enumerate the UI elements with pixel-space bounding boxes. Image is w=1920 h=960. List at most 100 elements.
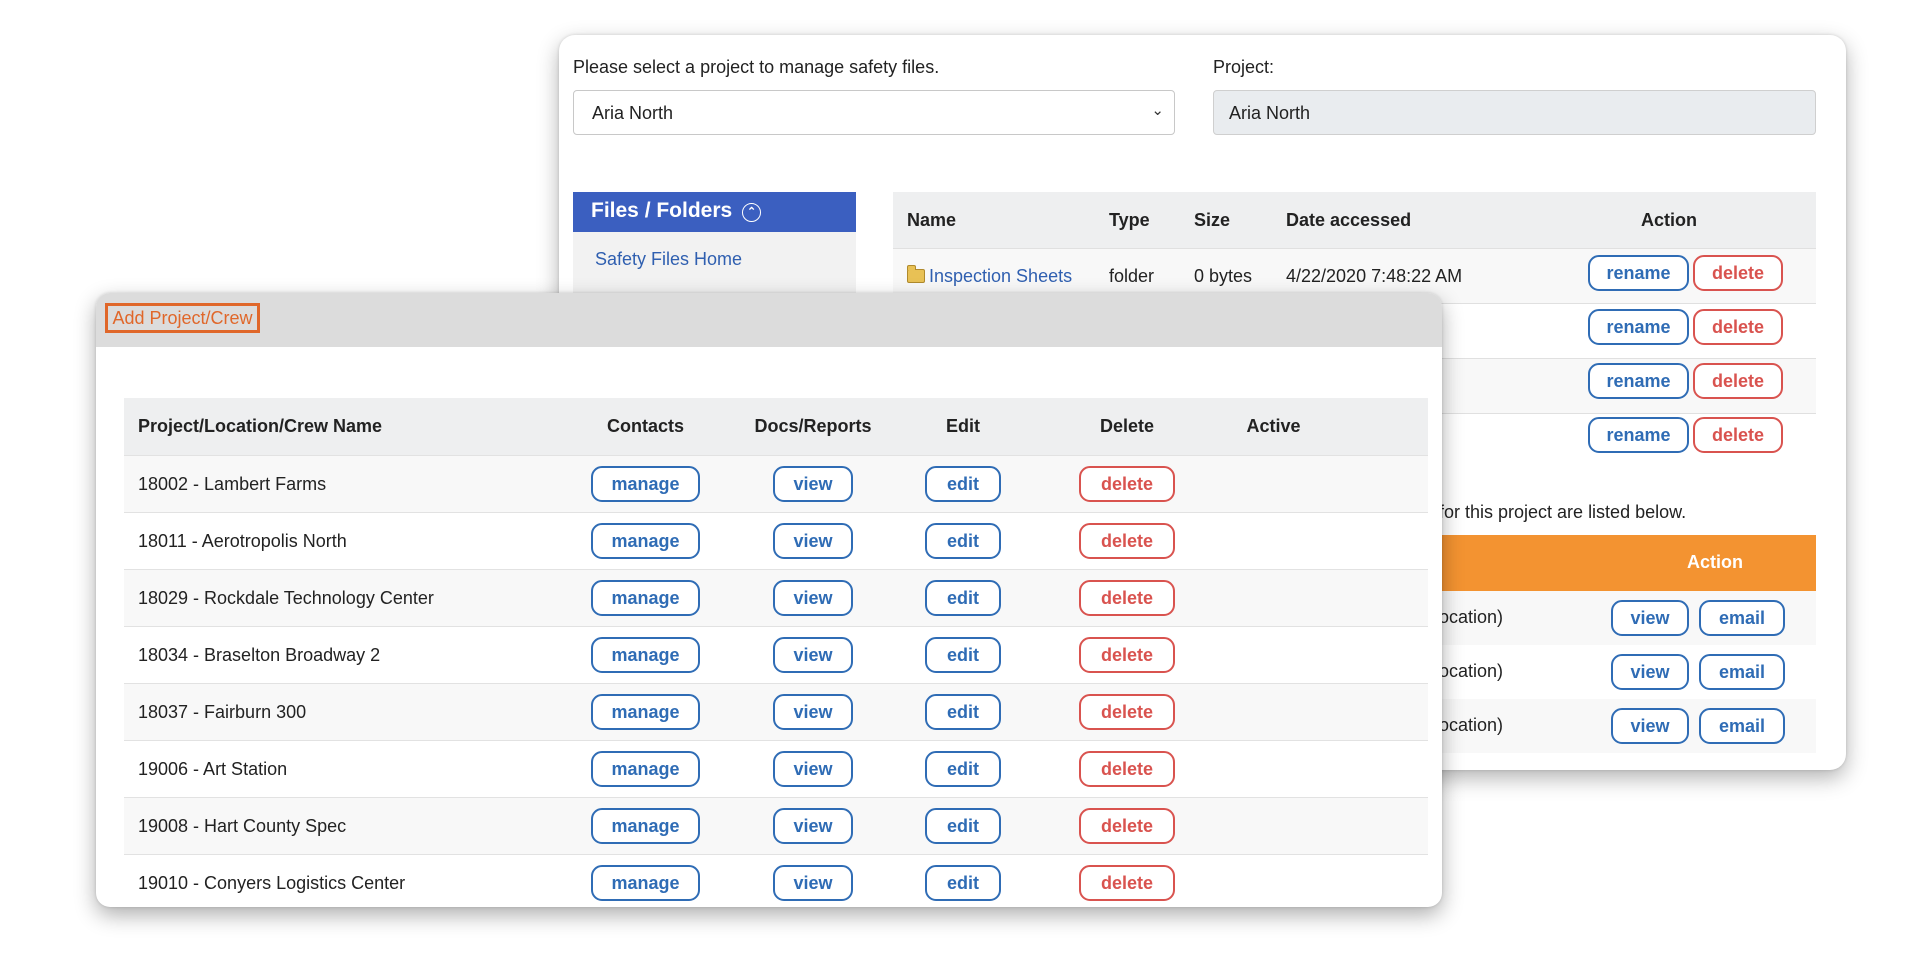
files-folders-header[interactable]: Files / Folders ⌃ xyxy=(573,192,856,232)
project-select[interactable]: Aria North ⌄ xyxy=(573,90,1175,135)
manage-contacts-button[interactable]: manage xyxy=(591,580,700,616)
delete-button[interactable]: delete xyxy=(1079,637,1175,673)
table-row: 18037 - Fairburn 300 manage view edit delete xyxy=(124,683,1428,741)
view-docs-button[interactable]: view xyxy=(773,751,853,787)
col-header-docs: Docs/Reports xyxy=(723,398,903,456)
active-cell xyxy=(1231,455,1316,513)
safety-files-home-link[interactable]: Safety Files Home xyxy=(595,249,742,270)
delete-button[interactable]: delete xyxy=(1079,751,1175,787)
manage-contacts-button[interactable]: manage xyxy=(591,694,700,730)
view-docs-button[interactable]: view xyxy=(773,580,853,616)
edit-button[interactable]: edit xyxy=(925,751,1001,787)
col-header-name[interactable]: Name xyxy=(893,192,1095,249)
panel-toolbar: Add Project/Crew xyxy=(96,293,1442,347)
edit-button[interactable]: edit xyxy=(925,808,1001,844)
manage-contacts-button[interactable]: manage xyxy=(591,808,700,844)
project-select-label: Please select a project to manage safety… xyxy=(573,57,940,77)
table-row: 18002 - Lambert Farms manage view edit delet… xyxy=(124,455,1428,513)
email-button[interactable]: email xyxy=(1699,708,1785,744)
manage-contacts-button[interactable]: manage xyxy=(591,865,700,901)
active-cell xyxy=(1231,512,1316,570)
email-button[interactable]: email xyxy=(1699,600,1785,636)
view-docs-button[interactable]: view xyxy=(773,523,853,559)
docs-table-header: Action xyxy=(1439,535,1816,591)
manage-contacts-button[interactable]: manage xyxy=(591,466,700,502)
project-name: 19008 - Hart County Spec xyxy=(124,797,568,855)
table-row: 18034 - Braselton Broadway 2 manage view ed… xyxy=(124,626,1428,684)
delete-button[interactable]: delete xyxy=(1079,580,1175,616)
collapse-icon[interactable]: ⌃ xyxy=(742,203,762,222)
rename-button[interactable]: rename xyxy=(1588,255,1689,291)
col-header-project[interactable]: Project/Location/Crew Name xyxy=(124,398,568,456)
active-cell xyxy=(1231,854,1316,907)
delete-button[interactable]: delete xyxy=(1079,466,1175,502)
project-readonly-value: Aria North xyxy=(1229,103,1311,123)
add-project-crew-button[interactable]: Add Project/Crew xyxy=(105,303,260,333)
delete-button[interactable]: delete xyxy=(1693,309,1783,345)
edit-button[interactable]: edit xyxy=(925,865,1001,901)
col-header-date[interactable]: Date accessed xyxy=(1272,192,1522,249)
manage-contacts-button[interactable]: manage xyxy=(591,637,700,673)
project-field-label: Project: xyxy=(1213,57,1275,77)
rename-button[interactable]: rename xyxy=(1588,417,1689,453)
project-readonly-field: Aria North xyxy=(1213,90,1816,135)
active-cell xyxy=(1231,740,1316,798)
col-header-size[interactable]: Size xyxy=(1180,192,1272,249)
location-text: ocation) xyxy=(1439,715,1504,735)
file-name-link[interactable]: Inspection Sheets xyxy=(929,266,1072,286)
view-docs-button[interactable]: view xyxy=(773,694,853,730)
table-row: 19008 - Hart County Spec manage view edit de… xyxy=(124,797,1428,855)
active-cell xyxy=(1231,626,1316,684)
view-button[interactable]: view xyxy=(1611,600,1689,636)
project-name: 18029 - Rockdale Technology Center xyxy=(124,569,568,627)
col-header-edit: Edit xyxy=(903,398,1023,456)
delete-button[interactable]: delete xyxy=(1079,694,1175,730)
delete-button[interactable]: delete xyxy=(1079,808,1175,844)
table-row: 18011 - Aerotropolis North manage view edit… xyxy=(124,512,1428,570)
active-cell xyxy=(1231,683,1316,741)
rename-button[interactable]: rename xyxy=(1588,309,1689,345)
delete-button[interactable]: delete xyxy=(1693,363,1783,399)
view-docs-button[interactable]: view xyxy=(773,466,853,502)
project-name: 19010 - Conyers Logistics Center xyxy=(124,854,568,907)
col-header-action: Action xyxy=(1522,192,1816,249)
view-docs-button[interactable]: view xyxy=(773,865,853,901)
folder-icon xyxy=(907,264,925,283)
manage-contacts-button[interactable]: manage xyxy=(591,751,700,787)
view-button[interactable]: view xyxy=(1611,708,1689,744)
delete-button[interactable]: delete xyxy=(1693,255,1783,291)
location-text: ocation) xyxy=(1439,607,1504,627)
col-header-delete: Delete xyxy=(1023,398,1231,456)
rename-button[interactable]: rename xyxy=(1588,363,1689,399)
delete-button[interactable]: delete xyxy=(1079,865,1175,901)
col-header-type[interactable]: Type xyxy=(1095,192,1180,249)
location-text: ocation) xyxy=(1439,661,1504,681)
view-docs-button[interactable]: view xyxy=(773,808,853,844)
edit-button[interactable]: edit xyxy=(925,466,1001,502)
view-button[interactable]: view xyxy=(1611,654,1689,690)
delete-button[interactable]: delete xyxy=(1693,417,1783,453)
edit-button[interactable]: edit xyxy=(925,523,1001,559)
projects-table: Project/Location/Crew Name Contacts Docs… xyxy=(124,398,1428,907)
col-header-action: Action xyxy=(1687,552,1743,572)
view-docs-button[interactable]: view xyxy=(773,637,853,673)
project-name: 18037 - Fairburn 300 xyxy=(124,683,568,741)
project-name: 18011 - Aerotropolis North xyxy=(124,512,568,570)
table-row: 19010 - Conyers Logistics Center manage vi… xyxy=(124,854,1428,907)
table-row: 18029 - Rockdale Technology Center manage… xyxy=(124,569,1428,627)
project-select-value: Aria North xyxy=(592,103,674,123)
edit-button[interactable]: edit xyxy=(925,694,1001,730)
docs-note: for this project are listed below. xyxy=(1439,502,1687,522)
projects-crews-panel: Add Project/Crew Project/Location/Crew N… xyxy=(96,293,1442,907)
chevron-down-icon: ⌄ xyxy=(1151,102,1164,119)
manage-contacts-button[interactable]: manage xyxy=(591,523,700,559)
col-header-contacts: Contacts xyxy=(568,398,723,456)
email-button[interactable]: email xyxy=(1699,654,1785,690)
files-folders-title: Files / Folders xyxy=(591,199,733,222)
edit-button[interactable]: edit xyxy=(925,580,1001,616)
active-cell xyxy=(1231,797,1316,855)
delete-button[interactable]: delete xyxy=(1079,523,1175,559)
edit-button[interactable]: edit xyxy=(925,637,1001,673)
col-header-active: Active xyxy=(1231,398,1316,456)
table-row: 19006 - Art Station manage view edit delete xyxy=(124,740,1428,798)
